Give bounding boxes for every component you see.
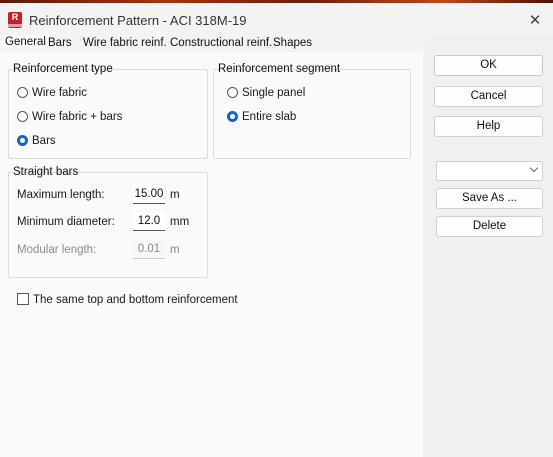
minimum-diameter-unit: mm	[170, 216, 190, 228]
radio-label: Bars	[32, 135, 56, 147]
radio-button-icon	[17, 87, 28, 98]
tab-bar: General Bars Wire fabric reinf. Construc…	[0, 35, 425, 52]
radio-bars[interactable]: Bars	[17, 135, 56, 147]
tab-wire-fabric-reinf[interactable]: Wire fabric reinf.	[83, 37, 167, 49]
radio-wire-fabric[interactable]: Wire fabric	[17, 87, 87, 99]
title-bar[interactable]: R Reinforcement Pattern - ACI 318M-19 ✕	[0, 3, 553, 35]
radio-selected-icon	[227, 111, 238, 122]
delete-button[interactable]: Delete	[436, 216, 543, 237]
ok-button[interactable]: OK	[434, 55, 543, 76]
radio-button-icon	[227, 87, 238, 98]
cancel-button[interactable]: Cancel	[434, 86, 543, 107]
modular-length-input	[133, 240, 165, 259]
same-top-bottom-checkbox[interactable]: The same top and bottom reinforcement	[17, 293, 238, 306]
radio-wire-fabric-bars[interactable]: Wire fabric + bars	[17, 111, 122, 123]
radio-selected-icon	[17, 135, 28, 146]
reinforcement-segment-label: Reinforcement segment	[218, 63, 341, 75]
save-as-button[interactable]: Save As ...	[436, 188, 543, 209]
maximum-length-unit: m	[170, 189, 180, 201]
tab-constructional-reinf[interactable]: Constructional reinf.	[170, 37, 272, 49]
robot-app-icon: R	[8, 12, 22, 28]
radio-single-panel[interactable]: Single panel	[227, 87, 305, 99]
preset-dropdown[interactable]	[436, 161, 543, 181]
tab-bars[interactable]: Bars	[48, 37, 72, 49]
minimum-diameter-label: Minimum diameter:	[17, 216, 115, 228]
modular-length-label: Modular length:	[17, 244, 97, 256]
maximum-length-input[interactable]	[133, 185, 165, 204]
radio-label: Wire fabric + bars	[32, 111, 123, 123]
window-title: Reinforcement Pattern - ACI 318M-19	[29, 13, 247, 28]
checkbox-label: The same top and bottom reinforcement	[33, 294, 238, 306]
chevron-down-icon	[529, 163, 539, 173]
close-icon[interactable]: ✕	[521, 8, 549, 34]
radio-button-icon	[17, 111, 28, 122]
help-button[interactable]: Help	[434, 116, 543, 137]
minimum-diameter-input[interactable]	[133, 212, 165, 231]
app-icon-letter: R	[11, 12, 19, 22]
modular-length-unit: m	[170, 244, 180, 256]
reinforcement-type-label: Reinforcement type	[13, 63, 113, 75]
straight-bars-label: Straight bars	[13, 166, 79, 178]
maximum-length-label: Maximum length:	[17, 189, 105, 201]
radio-entire-slab[interactable]: Entire slab	[227, 111, 296, 123]
radio-label: Single panel	[242, 87, 306, 99]
tab-general[interactable]: General	[2, 35, 48, 48]
radio-label: Entire slab	[242, 111, 297, 123]
tab-shapes[interactable]: Shapes	[273, 37, 312, 49]
radio-label: Wire fabric	[32, 87, 87, 99]
checkbox-icon	[17, 293, 29, 305]
